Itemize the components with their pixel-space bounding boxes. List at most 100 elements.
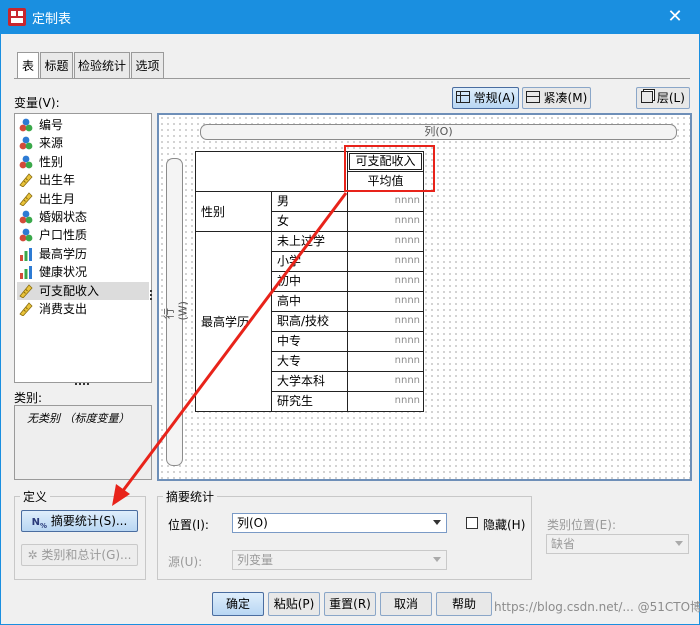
variable-item[interactable]: 性别 <box>17 153 149 171</box>
source-select[interactable]: 列变量 <box>232 550 447 570</box>
data-cell[interactable]: nnnn <box>347 251 424 272</box>
variable-label: 编号 <box>39 118 64 132</box>
cancel-button[interactable]: 取消 <box>380 592 432 616</box>
data-cell[interactable]: nnnn <box>347 191 424 212</box>
hide-label: 隐藏(H) <box>483 518 526 532</box>
data-cell[interactable]: nnnn <box>347 331 424 352</box>
scale-icon <box>19 302 33 317</box>
help-button[interactable]: 帮助 <box>436 592 492 616</box>
row-category-label[interactable]: 职高/技校 <box>271 311 348 332</box>
chevron-down-icon <box>433 557 441 562</box>
source-value: 列变量 <box>237 553 274 567</box>
row-category-label[interactable]: 大专 <box>271 351 348 372</box>
data-cell[interactable]: nnnn <box>347 231 424 252</box>
paste-button[interactable]: 粘贴(P) <box>268 592 320 616</box>
position-label: 位置(I): <box>168 518 209 532</box>
app-icon <box>8 8 26 26</box>
tab-options[interactable]: 选项 <box>131 52 164 78</box>
variable-list[interactable]: 编号来源性别出生年出生月婚姻状态户口性质最高学历健康状况 可支配收入消费支出 <box>14 113 152 383</box>
categories-totals-button[interactable]: ✲ 类别和总计(G)... <box>21 544 138 566</box>
categories-totals-label: 类别和总计(G)... <box>41 548 132 562</box>
splitter-handle-horizontal[interactable] <box>75 383 89 386</box>
row-drop-label: 行(W) <box>162 301 190 321</box>
variable-label: 户口性质 <box>39 228 88 243</box>
row-group-label[interactable]: 最高学历 <box>195 231 272 412</box>
data-cell[interactable]: nnnn <box>347 271 424 292</box>
normal-view-button[interactable]: 常规(A) <box>452 87 519 109</box>
layers-label: 层(L) <box>656 91 685 105</box>
variable-label: 出生年 <box>39 173 76 188</box>
data-cell[interactable]: nnnn <box>347 391 424 412</box>
summary-statistics-button[interactable]: N% 摘要统计(S)... <box>21 510 138 532</box>
row-category-label[interactable]: 高中 <box>271 291 348 312</box>
variable-label: 最高学历 <box>39 246 88 261</box>
data-cell[interactable]: nnnn <box>347 291 424 312</box>
compact-view-button[interactable]: 紧凑(M) <box>522 87 591 109</box>
data-cell[interactable]: nnnn <box>347 351 424 372</box>
tab-table[interactable]: 表 <box>17 52 39 79</box>
row-category-label[interactable]: 男 <box>271 191 348 212</box>
nominal-icon <box>19 118 33 132</box>
nominal-icon <box>19 228 33 242</box>
variable-item[interactable]: 最高学历 <box>17 245 149 263</box>
variable-item[interactable]: 出生年 <box>17 171 149 189</box>
variable-item[interactable]: 出生月 <box>17 190 149 208</box>
row-group-label[interactable]: 性别 <box>195 191 272 232</box>
chevron-down-icon <box>675 541 683 546</box>
compact-view-label: 紧凑(M) <box>543 91 588 105</box>
variable-label: 健康状况 <box>39 265 88 280</box>
summary-label: 摘要统计 <box>163 488 218 505</box>
row-category-label[interactable]: 初中 <box>271 271 348 292</box>
layers-button[interactable]: 层(L) <box>636 87 690 109</box>
variable-item[interactable]: 可支配收入 <box>17 281 149 300</box>
row-drop-zone[interactable]: 行(W) <box>163 158 190 466</box>
variable-label: 婚姻状态 <box>39 210 88 224</box>
compact-table-icon <box>525 91 540 103</box>
table-corner-cell[interactable] <box>195 151 348 192</box>
tab-titles[interactable]: 标题 <box>40 52 73 78</box>
splitter-handle[interactable] <box>150 290 154 300</box>
row-category-label[interactable]: 研究生 <box>271 391 348 412</box>
variables-label: 变量(V): <box>14 96 60 110</box>
category-position-value: 缺省 <box>551 537 576 551</box>
data-cell[interactable]: nnnn <box>347 371 424 392</box>
highlight-box <box>344 145 435 192</box>
position-select[interactable]: 列(O) <box>232 513 447 533</box>
variable-item[interactable]: 编号 <box>17 116 149 134</box>
position-value: 列(O) <box>237 516 268 530</box>
window-title: 定制表 <box>32 12 72 27</box>
row-category-label[interactable]: 未上过学 <box>271 231 348 252</box>
variable-item[interactable]: 婚姻状态 <box>17 208 149 226</box>
close-icon[interactable]: ✕ <box>650 0 700 34</box>
category-position-label: 类别位置(E): <box>547 518 616 532</box>
tab-test-statistics[interactable]: 检验统计 <box>74 52 130 78</box>
row-category-label[interactable]: 大学本科 <box>271 371 348 392</box>
row-category-label[interactable]: 中专 <box>271 331 348 352</box>
variable-label: 性别 <box>39 154 64 169</box>
row-category-label[interactable]: 女 <box>271 211 348 232</box>
variable-label: 来源 <box>39 136 64 151</box>
data-cell[interactable]: nnnn <box>347 211 424 232</box>
hide-checkbox[interactable] <box>466 517 478 529</box>
nominal-icon <box>19 210 33 224</box>
variable-item[interactable]: 消费支出 <box>17 300 149 318</box>
normal-view-label: 常规(A) <box>473 91 516 105</box>
define-group <box>14 496 146 580</box>
variable-item[interactable]: 健康状况 <box>17 263 149 281</box>
variable-item[interactable]: 来源 <box>17 134 149 152</box>
nominal-icon <box>19 136 33 150</box>
watermark: https://blog.csdn.net/... @51CTO博客 <box>494 600 700 614</box>
categories-icon: ✲ <box>27 548 38 562</box>
tab-divider <box>14 78 690 79</box>
row-category-label[interactable]: 小学 <box>271 251 348 272</box>
variable-item[interactable]: 户口性质 <box>17 226 149 244</box>
chevron-down-icon <box>433 520 441 525</box>
define-label: 定义 <box>20 488 51 505</box>
category-position-select[interactable]: 缺省 <box>546 534 689 554</box>
reset-button[interactable]: 重置(R) <box>324 592 376 616</box>
column-drop-zone[interactable]: 列(O) <box>200 124 677 140</box>
ok-button[interactable]: 确定 <box>212 592 264 616</box>
data-cell[interactable]: nnnn <box>347 311 424 332</box>
variable-label: 消费支出 <box>39 302 88 316</box>
categories-text: 无类别 （标度变量） <box>27 412 130 425</box>
